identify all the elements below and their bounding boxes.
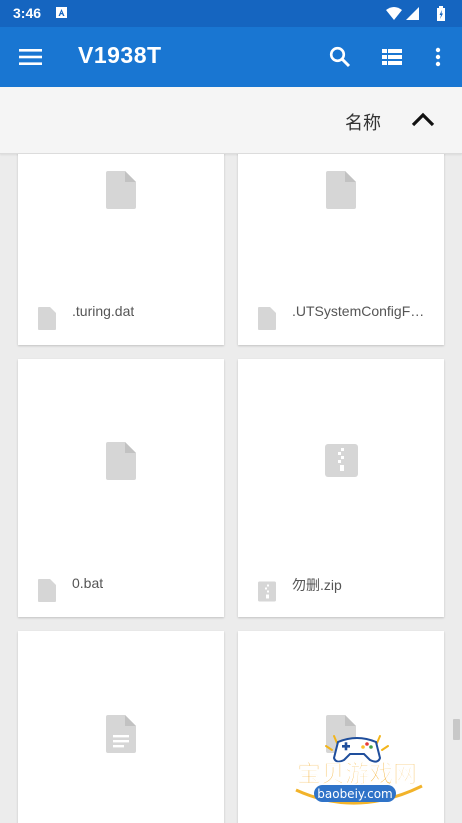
signal-icon xyxy=(406,7,419,20)
menu-icon[interactable] xyxy=(19,46,42,68)
status-time: 3:46 xyxy=(13,5,42,21)
zip-icon xyxy=(258,581,276,602)
file-card[interactable]: .UTSystemConfigFo… xyxy=(238,154,444,345)
chevron-up-icon[interactable] xyxy=(410,109,436,129)
sort-label[interactable]: 名称 xyxy=(345,109,381,135)
file-name: 勿删.zip xyxy=(292,577,342,593)
zip-icon xyxy=(325,444,358,477)
file-icon xyxy=(106,171,136,209)
watermark-logo: 宝贝游戏网 baobeiy.com xyxy=(282,728,432,818)
watermark-graphic: 宝贝游戏网 baobeiy.com xyxy=(295,735,423,805)
watermark-url: baobeiy.com xyxy=(317,787,392,801)
a-icon xyxy=(56,7,67,18)
file-card[interactable]: 0.bat xyxy=(18,359,224,617)
app-bar: V1938T xyxy=(0,27,462,87)
file-name: .turing.dat xyxy=(72,303,135,319)
system-status-icons xyxy=(386,6,445,21)
file-card[interactable] xyxy=(18,631,224,823)
file-card[interactable]: .turing.dat xyxy=(18,154,224,345)
app-title: V1938T xyxy=(78,42,162,68)
status-bar: 3:46 xyxy=(0,0,462,27)
list-view-icon[interactable] xyxy=(380,45,404,69)
file-name: .UTSystemConfigFo… xyxy=(292,303,432,319)
more-vert-icon[interactable] xyxy=(426,45,450,69)
watermark-text: 宝贝游戏网 xyxy=(297,760,417,788)
file-icon xyxy=(106,442,136,480)
file-grid: .turing.dat .UTSystemConfigFo… 0.bat 勿删.… xyxy=(0,154,462,823)
battery-icon xyxy=(437,6,445,21)
wifi-icon xyxy=(386,7,402,20)
sort-bar: 名称 xyxy=(0,87,462,154)
file-name: 0.bat xyxy=(72,575,104,591)
document-icon xyxy=(106,715,136,753)
scrollbar-thumb[interactable] xyxy=(453,719,460,740)
file-icon xyxy=(38,579,56,602)
file-icon xyxy=(326,171,356,209)
file-icon xyxy=(258,307,276,330)
gamepad-icon xyxy=(332,737,382,763)
file-icon xyxy=(38,307,56,330)
search-icon[interactable] xyxy=(328,45,352,69)
file-card[interactable]: 勿删.zip xyxy=(238,359,444,617)
